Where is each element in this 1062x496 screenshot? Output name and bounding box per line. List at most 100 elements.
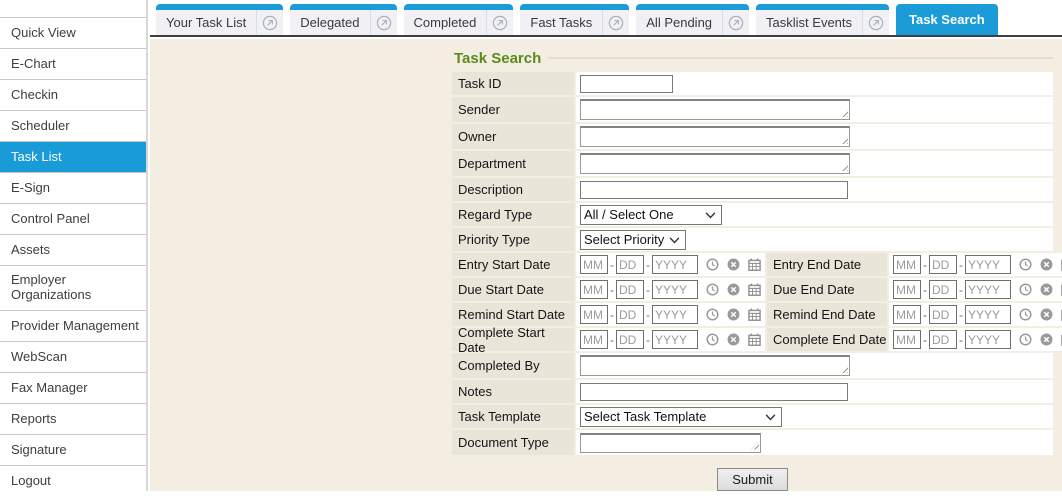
description-input[interactable] <box>580 181 848 199</box>
complete-start-date-group: - - <box>580 330 761 349</box>
clear-icon[interactable] <box>727 333 740 346</box>
remind-end-dd-input[interactable] <box>929 305 957 324</box>
clock-icon[interactable] <box>706 308 719 321</box>
clock-icon[interactable] <box>706 333 719 346</box>
page-title: Task Search <box>452 50 541 67</box>
due-start-yyyy-input[interactable] <box>652 280 698 299</box>
tab-fast-tasks[interactable]: Fast Tasks <box>520 4 629 35</box>
complete-end-mm-input[interactable] <box>893 330 921 349</box>
completed-by-input[interactable] <box>580 355 850 376</box>
clear-icon[interactable] <box>1040 308 1053 321</box>
sidebar-item-employer-organizations[interactable]: Employer Organizations <box>0 265 146 310</box>
remind-end-mm-input[interactable] <box>893 305 921 324</box>
tab-delegated[interactable]: Delegated <box>290 4 396 35</box>
sidebar-item-signature[interactable]: Signature <box>0 434 146 465</box>
open-in-new-icon[interactable] <box>370 10 397 35</box>
task-template-select[interactable]: Select Task Template <box>580 407 782 427</box>
clear-icon[interactable] <box>727 308 740 321</box>
tab-task-search[interactable]: Task Search <box>896 4 998 35</box>
entry-end-yyyy-input[interactable] <box>965 255 1011 274</box>
tab-label: Task Search <box>896 4 998 35</box>
sidebar-item-e-chart[interactable]: E-Chart <box>0 48 146 79</box>
open-in-new-icon[interactable] <box>602 10 629 35</box>
remind-start-yyyy-input[interactable] <box>652 305 698 324</box>
task-id-input[interactable] <box>580 75 673 93</box>
priority-type-select[interactable]: Select Priority <box>580 230 686 250</box>
clock-icon[interactable] <box>1019 308 1032 321</box>
complete-start-dd-input[interactable] <box>616 330 644 349</box>
regard-type-select[interactable]: All / Select One <box>580 205 722 225</box>
sidebar-item-provider-management[interactable]: Provider Management <box>0 310 146 341</box>
submit-button[interactable]: Submit <box>717 468 787 491</box>
remind-start-dd-input[interactable] <box>616 305 644 324</box>
sidebar-item-assets[interactable]: Assets <box>0 234 146 265</box>
document-type-row: Document Type <box>452 430 1053 455</box>
open-in-new-icon[interactable] <box>722 10 749 35</box>
sidebar-item-logout[interactable]: Logout <box>0 465 146 496</box>
clock-icon[interactable] <box>1019 258 1032 271</box>
complete-end-yyyy-input[interactable] <box>965 330 1011 349</box>
clock-icon[interactable] <box>1019 333 1032 346</box>
tab-completed[interactable]: Completed <box>404 4 514 35</box>
sidebar-item-fax-manager[interactable]: Fax Manager <box>0 372 146 403</box>
date-separator: - <box>923 283 927 297</box>
calendar-icon[interactable] <box>748 258 761 271</box>
clock-icon[interactable] <box>706 258 719 271</box>
sidebar-item-quick-view[interactable]: Quick View <box>0 17 146 48</box>
entry-start-dd-input[interactable] <box>616 255 644 274</box>
sidebar-item-e-sign[interactable]: E-Sign <box>0 172 146 203</box>
complete-start-mm-input[interactable] <box>580 330 608 349</box>
submit-row: Submit <box>452 468 1053 491</box>
owner-input[interactable] <box>580 126 850 147</box>
title-divider <box>548 57 1053 59</box>
sidebar-item-webscan[interactable]: WebScan <box>0 341 146 372</box>
content-area: Task Search Task ID Sender Owner Dep <box>150 39 1062 491</box>
due-end-dd-input[interactable] <box>929 280 957 299</box>
clear-icon[interactable] <box>1040 258 1053 271</box>
due-start-mm-input[interactable] <box>580 280 608 299</box>
clock-icon[interactable] <box>706 283 719 296</box>
tab-all-pending[interactable]: All Pending <box>636 4 749 35</box>
date-separator: - <box>959 308 963 322</box>
entry-end-dd-input[interactable] <box>929 255 957 274</box>
department-input[interactable] <box>580 153 850 174</box>
entry-start-mm-input[interactable] <box>580 255 608 274</box>
open-in-new-icon[interactable] <box>256 10 283 35</box>
clock-icon[interactable] <box>1019 283 1032 296</box>
open-in-new-icon[interactable] <box>862 10 889 35</box>
clear-icon[interactable] <box>1040 333 1053 346</box>
date-separator: - <box>646 283 650 297</box>
complete-end-dd-input[interactable] <box>929 330 957 349</box>
remind-end-yyyy-input[interactable] <box>965 305 1011 324</box>
tab-your-task-list[interactable]: Your Task List <box>156 4 283 35</box>
open-in-new-icon[interactable] <box>486 10 513 35</box>
complete-start-yyyy-input[interactable] <box>652 330 698 349</box>
tab-tasklist-events[interactable]: Tasklist Events <box>756 4 889 35</box>
due-start-dd-input[interactable] <box>616 280 644 299</box>
remind-start-mm-input[interactable] <box>580 305 608 324</box>
date-separator: - <box>610 283 614 297</box>
clear-icon[interactable] <box>1040 283 1053 296</box>
clear-icon[interactable] <box>727 283 740 296</box>
tab-label: Tasklist Events <box>756 10 862 35</box>
calendar-icon[interactable] <box>748 308 761 321</box>
remind-start-date-label: Remind Start Date <box>452 303 574 326</box>
entry-end-mm-input[interactable] <box>893 255 921 274</box>
clear-icon[interactable] <box>727 258 740 271</box>
calendar-icon[interactable] <box>748 333 761 346</box>
document-type-input[interactable] <box>580 433 761 453</box>
due-end-yyyy-input[interactable] <box>965 280 1011 299</box>
due-end-mm-input[interactable] <box>893 280 921 299</box>
notes-input[interactable] <box>580 383 848 401</box>
complete-start-date-label: Complete Start Date <box>452 328 574 351</box>
tab-bar: Your Task List Delegated Completed Fast … <box>150 0 1062 37</box>
entry-start-yyyy-input[interactable] <box>652 255 698 274</box>
sidebar-item-scheduler[interactable]: Scheduler <box>0 110 146 141</box>
department-row: Department <box>452 151 1053 176</box>
sidebar-item-task-list[interactable]: Task List <box>0 141 146 172</box>
sidebar-item-control-panel[interactable]: Control Panel <box>0 203 146 234</box>
calendar-icon[interactable] <box>748 283 761 296</box>
sidebar-item-reports[interactable]: Reports <box>0 403 146 434</box>
sidebar-item-checkin[interactable]: Checkin <box>0 79 146 110</box>
sender-input[interactable] <box>580 99 850 120</box>
